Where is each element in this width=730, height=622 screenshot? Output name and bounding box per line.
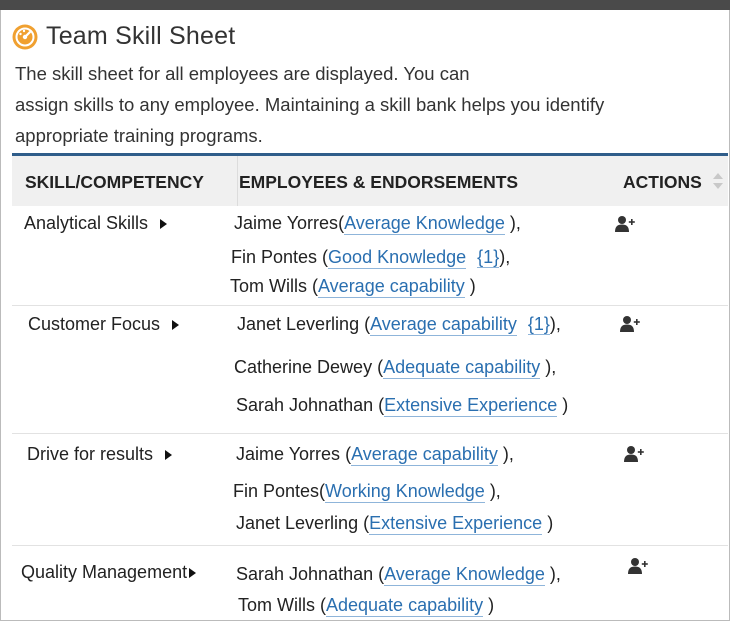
expand-caret-icon[interactable] [160, 218, 168, 229]
endorsement-count-link[interactable]: {1} [527, 314, 550, 335]
employee-endorsement: Fin Pontes (Good Knowledge {1}), [231, 247, 511, 269]
skill-row-toggle[interactable]: Quality Management [21, 562, 197, 583]
skill-name: Drive for results [27, 444, 154, 464]
employee-endorsement: Sarah Johnathan (Average Knowledge ), [236, 564, 561, 586]
row-separator [12, 433, 728, 434]
endorsement-level-link[interactable]: Extensive Experience [384, 395, 558, 417]
endorsement-level-link[interactable]: Average capability [370, 314, 517, 336]
table-header: SKILL/COMPETENCY EMPLOYEES & ENDORSEMENT… [12, 156, 728, 206]
employee-endorsement: Jaime Yorres (Average capability ), [236, 444, 514, 466]
description-line: assign skills to any employee. Maintaini… [15, 94, 605, 115]
employee-endorsement: Catherine Dewey (Adequate capability ), [234, 357, 557, 379]
endorsement-level-link[interactable]: Good Knowledge [328, 247, 467, 269]
skill-name: Customer Focus [28, 314, 161, 334]
window-top-bar [0, 0, 730, 10]
employee-name: Fin Pontes [233, 481, 320, 501]
add-user-icon[interactable] [624, 445, 646, 463]
employee-endorsement: Janet Leverling (Extensive Experience ) [236, 513, 554, 535]
add-user-icon[interactable] [615, 215, 637, 233]
column-header-actions[interactable]: ACTIONS [623, 172, 702, 193]
expand-caret-icon[interactable] [172, 319, 180, 330]
employee-name: Janet Leverling [236, 513, 359, 533]
page-header: Team Skill Sheet [12, 22, 235, 51]
employee-endorsement: Janet Leverling (Average capability {1})… [237, 314, 561, 336]
employee-name: Jaime Yorres [236, 444, 341, 464]
endorsement-level-link[interactable]: Extensive Experience [369, 513, 543, 535]
description-line: The skill sheet for all employees are di… [15, 63, 470, 84]
skill-row-toggle[interactable]: Analytical Skills [24, 213, 168, 234]
endorsement-level-link[interactable]: Average capability [318, 276, 465, 298]
endorsement-level-link[interactable]: Average capability [351, 444, 498, 466]
expand-caret-icon[interactable] [165, 449, 173, 460]
page-description: The skill sheet for all employees are di… [15, 58, 715, 151]
endorsement-level-link[interactable]: Average Knowledge [344, 213, 505, 235]
employee-endorsement: Tom Wills (Average capability ) [230, 276, 476, 298]
endorsement-level-link[interactable]: Working Knowledge [325, 481, 485, 503]
employee-endorsement: Tom Wills (Adequate capability ) [238, 595, 495, 617]
description-line: appropriate training programs. [15, 125, 263, 146]
dashboard-gauge-icon [12, 24, 38, 49]
skill-name: Quality Management [21, 562, 188, 582]
employee-name: Jaime Yorres [234, 213, 339, 233]
skill-row-toggle[interactable]: Customer Focus [28, 314, 180, 335]
endorsement-level-link[interactable]: Average Knowledge [384, 564, 545, 586]
column-header-skill[interactable]: SKILL/COMPETENCY [25, 172, 204, 193]
skill-name: Analytical Skills [24, 213, 149, 233]
employee-endorsement: Fin Pontes(Working Knowledge ), [233, 481, 501, 503]
employee-name: Sarah Johnathan [236, 395, 374, 415]
row-separator [12, 305, 728, 306]
expand-caret-icon[interactable] [189, 567, 197, 578]
employee-name: Janet Leverling [237, 314, 360, 334]
employee-name: Tom Wills [238, 595, 315, 615]
row-separator [12, 545, 728, 546]
add-user-icon[interactable] [620, 315, 642, 333]
endorsement-level-link[interactable]: Adequate capability [326, 595, 484, 617]
employee-endorsement: Jaime Yorres(Average Knowledge ), [234, 213, 521, 235]
endorsement-level-link[interactable]: Adequate capability [383, 357, 541, 379]
employee-name: Fin Pontes [231, 247, 318, 267]
employee-name: Catherine Dewey [234, 357, 373, 377]
employee-name: Tom Wills [230, 276, 307, 296]
column-header-employees[interactable]: EMPLOYEES & ENDORSEMENTS [239, 172, 518, 193]
page-title: Team Skill Sheet [46, 22, 236, 50]
employee-endorsement: Sarah Johnathan (Extensive Experience ) [236, 395, 569, 417]
skill-row-toggle[interactable]: Drive for results [27, 444, 173, 465]
add-user-icon[interactable] [628, 557, 650, 575]
column-divider [237, 156, 238, 206]
employee-name: Sarah Johnathan [236, 564, 374, 584]
sort-arrows-icon[interactable] [712, 170, 724, 192]
endorsement-count-link[interactable]: {1} [477, 247, 500, 268]
